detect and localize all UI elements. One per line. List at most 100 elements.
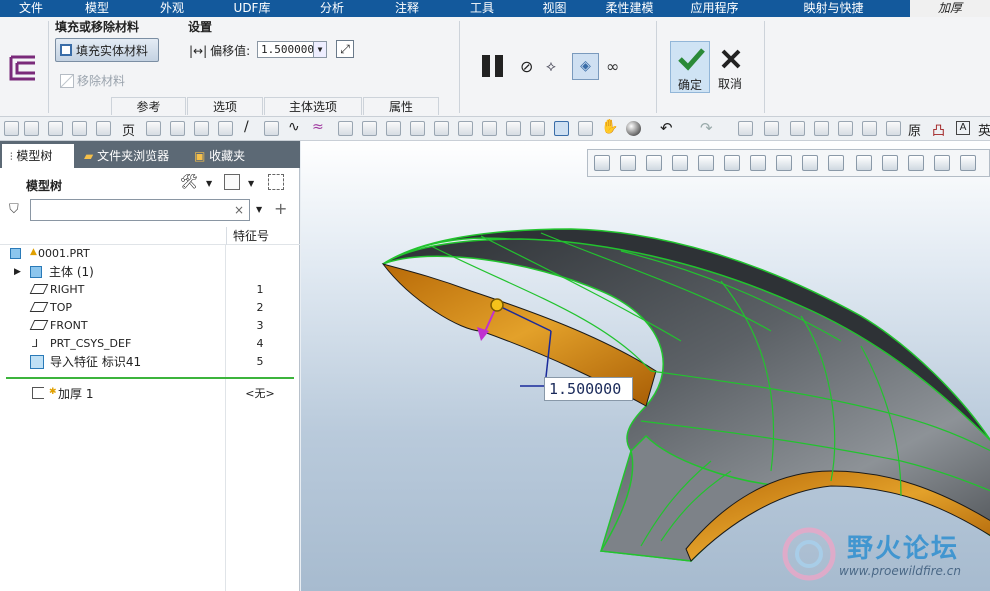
clear-icon[interactable]: ×	[234, 203, 244, 217]
window-icon[interactable]	[814, 121, 829, 136]
spline-icon[interactable]: ∿	[288, 119, 300, 135]
tree-row-csys[interactable]: ⅃ PRT_CSYS_DEF 4	[0, 335, 300, 353]
copy-icon[interactable]	[386, 121, 401, 136]
view-manager-icon[interactable]	[776, 155, 792, 171]
perspective-icon[interactable]	[698, 155, 714, 171]
remove-material-button[interactable]: 移除材料	[60, 72, 125, 89]
annotation-display-icon[interactable]	[882, 155, 898, 171]
tab-folder-browser[interactable]: ▰ 文件夹浏览器	[80, 144, 184, 168]
column-header-feature-number[interactable]: 特征号	[226, 227, 294, 245]
tree-row-top[interactable]: TOP 2	[0, 299, 300, 317]
tree-settings-icon[interactable]: 🛠	[180, 174, 198, 190]
menu-file[interactable]: 文件	[0, 0, 62, 17]
menu-analysis[interactable]: 分析	[292, 0, 372, 17]
tab-model-tree[interactable]: ⫶ 模型树	[2, 144, 74, 168]
tree-root-row[interactable]: ▲ 0001.PRT	[0, 245, 300, 263]
expand-icon[interactable]: ▶	[14, 263, 21, 281]
hand-tool-icon[interactable]	[218, 121, 233, 136]
regenerate-icon[interactable]	[738, 121, 753, 136]
feature-list-icon[interactable]	[764, 121, 779, 136]
offset-value-input[interactable]: 1.500000 ▼	[257, 41, 327, 58]
save-icon[interactable]	[96, 121, 111, 136]
select-box-icon[interactable]	[578, 121, 593, 136]
no-preview-icon[interactable]: ⊘	[520, 57, 533, 76]
tab-favorites[interactable]: ▣ 收藏夹	[190, 144, 270, 168]
page-icon[interactable]: 页	[122, 120, 135, 139]
layer-icon[interactable]	[458, 121, 473, 136]
menu-annotate[interactable]: 注释	[372, 0, 442, 17]
sheet-icon[interactable]	[146, 121, 161, 136]
add-icon[interactable]: +	[274, 199, 287, 218]
pause-icon[interactable]	[482, 55, 506, 77]
undo-icon[interactable]: ↶	[660, 119, 673, 137]
filter-icon[interactable]: ⛉	[9, 202, 19, 217]
axis-display-icon[interactable]	[908, 155, 924, 171]
tab-options[interactable]: 选项	[187, 97, 263, 115]
menu-tools[interactable]: 工具	[442, 0, 522, 17]
tree-filter-icon[interactable]	[268, 174, 284, 190]
datum-display-icon[interactable]	[828, 155, 844, 171]
new-icon[interactable]	[4, 121, 19, 136]
shade-sphere-icon[interactable]	[626, 121, 641, 136]
print-icon[interactable]	[194, 121, 209, 136]
original-icon[interactable]: 原	[908, 120, 921, 139]
rotate-icon[interactable]	[410, 121, 425, 136]
chevron-down-icon[interactable]: ▼	[256, 205, 262, 214]
line-icon[interactable]: /	[244, 119, 249, 135]
menu-model[interactable]: 模型	[62, 0, 132, 17]
sphere-icon[interactable]	[24, 121, 39, 136]
tree-row-front[interactable]: FRONT 3	[0, 317, 300, 335]
annotation-icon[interactable]	[886, 121, 901, 136]
datum-icon[interactable]	[506, 121, 521, 136]
saved-views-icon[interactable]	[750, 155, 766, 171]
spin-center-icon[interactable]	[856, 155, 872, 171]
menu-thicken-tab[interactable]: 加厚	[910, 0, 990, 17]
dashed-box-icon[interactable]	[362, 121, 377, 136]
fill-solid-button[interactable]: 填充实体材料	[55, 38, 159, 62]
tab-body-options[interactable]: 主体选项	[264, 97, 362, 115]
english-icon[interactable]: 英	[978, 120, 990, 139]
tab-properties[interactable]: 属性	[363, 97, 439, 115]
glasses-icon[interactable]: ∞	[606, 57, 619, 76]
round-icon[interactable]	[434, 121, 449, 136]
text-icon[interactable]: A	[956, 121, 970, 135]
tree-search-input[interactable]	[30, 199, 250, 221]
offset-dimension-value[interactable]: 1.500000	[544, 377, 633, 401]
point-display-icon[interactable]	[934, 155, 950, 171]
csys-display-icon[interactable]	[960, 155, 976, 171]
chevron-down-icon[interactable]: ▼	[206, 179, 212, 188]
redo-icon[interactable]: ↷	[700, 119, 713, 137]
refit-icon[interactable]	[594, 155, 610, 171]
parallelogram-icon[interactable]	[264, 121, 279, 136]
pattern-icon[interactable]	[338, 121, 353, 136]
menu-applications[interactable]: 应用程序	[672, 0, 757, 17]
tree-row-import-feature[interactable]: 导入特征 标识41 5	[0, 353, 300, 371]
menu-flexible-modeling[interactable]: 柔性建模	[587, 0, 672, 17]
tree-row-thicken[interactable]: ✱ 加厚 1 <无>	[0, 385, 300, 403]
menu-mapping-shortcuts[interactable]: 映射与快捷	[757, 0, 910, 17]
menu-udf[interactable]: UDF库	[212, 0, 292, 17]
mapkey-icon[interactable]	[790, 121, 805, 136]
tree-row-body[interactable]: ▶ 主体 (1)	[0, 263, 300, 281]
group-icon[interactable]	[48, 121, 63, 136]
display-style-icon[interactable]	[724, 155, 740, 171]
pan-hand-icon[interactable]: ✋	[601, 119, 618, 135]
show-icon[interactable]	[224, 174, 240, 190]
confirm-button[interactable]: 确定	[670, 41, 710, 93]
graphics-window[interactable]: 1.500000 野火论坛 www.proewildfire.cn	[301, 141, 990, 591]
chevron-down-icon[interactable]: ▼	[313, 42, 326, 57]
menu-appearance[interactable]: 外观	[132, 0, 212, 17]
cancel-button[interactable]: 取消	[712, 41, 750, 93]
menu-view[interactable]: 视图	[522, 0, 587, 17]
curve-icon[interactable]: ≈	[312, 119, 324, 135]
tab-references[interactable]: 参考	[111, 97, 186, 115]
tree-row-right[interactable]: RIGHT 1	[0, 281, 300, 299]
section-icon[interactable]	[802, 155, 818, 171]
format-icon[interactable]: 凸	[932, 120, 945, 139]
cube-icon[interactable]	[530, 121, 545, 136]
feature-preview-icon[interactable]: ◈	[572, 53, 599, 80]
verify-icon[interactable]: ⟡	[546, 57, 556, 75]
solid-cube-icon[interactable]	[554, 121, 569, 136]
flip-direction-icon[interactable]: ⤢	[336, 40, 354, 58]
note-icon[interactable]	[862, 121, 877, 136]
